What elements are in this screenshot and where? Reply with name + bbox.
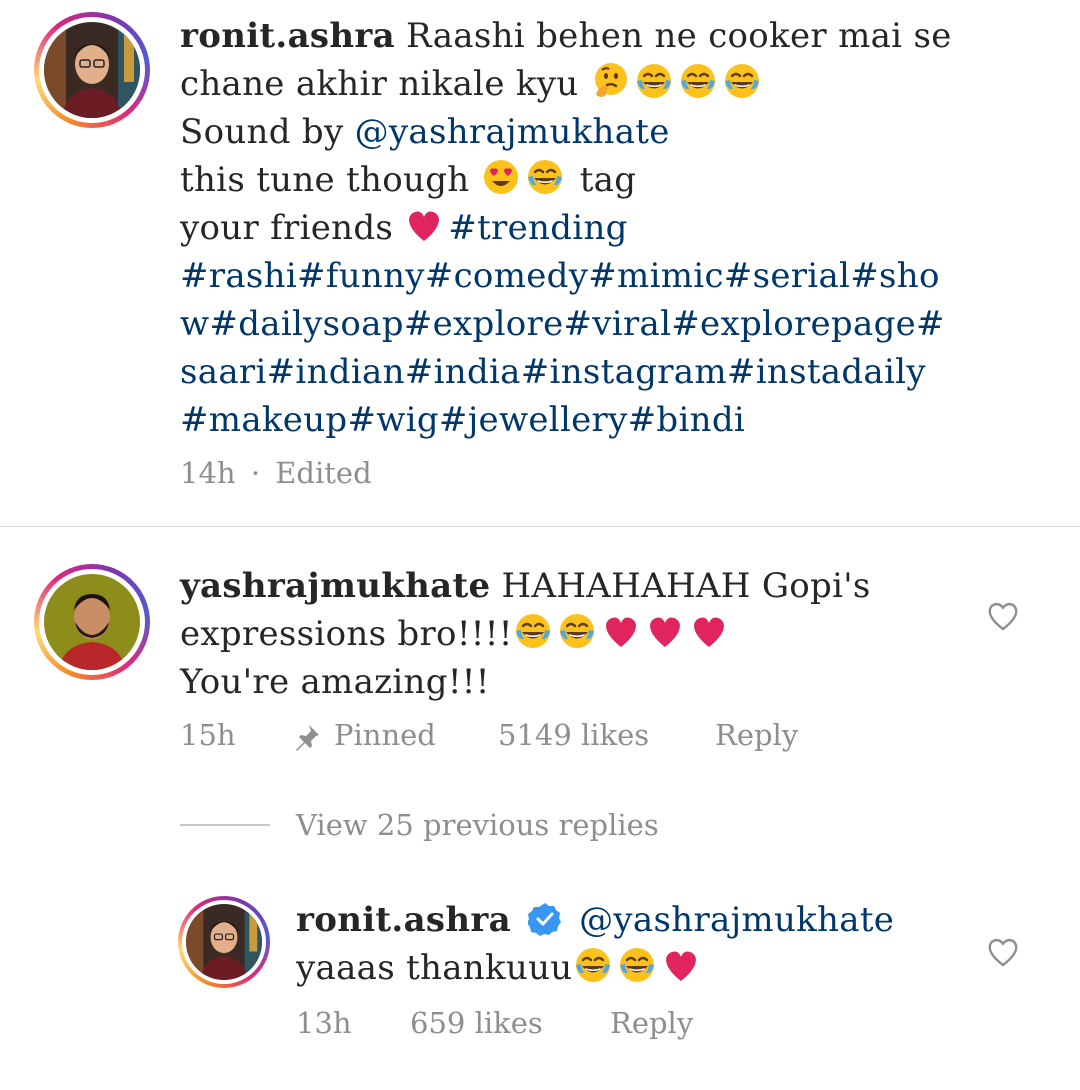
meta-separator: · bbox=[250, 456, 261, 490]
heart-outline-icon[interactable] bbox=[986, 600, 1020, 632]
reply-line-1: ronit.ashra @yashrajmukhate bbox=[296, 896, 894, 944]
caption-line-2: chane akhir nikale kyu bbox=[180, 60, 766, 108]
comment-time: 15h bbox=[180, 718, 236, 752]
comment-meta: 15h bbox=[180, 718, 236, 752]
tears-of-joy-icon bbox=[525, 157, 565, 197]
caption-text: your friends bbox=[180, 208, 394, 248]
caption-text: tag bbox=[579, 160, 637, 200]
hashtags-line[interactable]: #makeup#wig#jewellery#bindi bbox=[180, 396, 745, 444]
reply-avatar[interactable] bbox=[178, 896, 270, 988]
reply-button[interactable]: Reply bbox=[715, 718, 798, 752]
reply-likes[interactable]: 659 likes bbox=[410, 1006, 543, 1040]
edited-label: Edited bbox=[275, 456, 372, 490]
pin-icon bbox=[296, 725, 319, 751]
comment-text: You're amazing!!! bbox=[180, 662, 490, 702]
red-heart-icon bbox=[689, 611, 729, 651]
reply-mention[interactable]: @yashrajmukhate bbox=[579, 900, 894, 940]
caption-text: chane akhir nikale kyu bbox=[180, 64, 579, 104]
red-heart-icon bbox=[661, 945, 701, 985]
avatar-photo bbox=[186, 904, 262, 980]
caption-mention[interactable]: @yashrajmukhate bbox=[355, 112, 670, 152]
reply-button[interactable]: Reply bbox=[610, 1006, 693, 1040]
caption-text: Sound by bbox=[180, 112, 355, 152]
reply-username[interactable]: ronit.ashra bbox=[296, 900, 511, 940]
comment-text: HAHAHAHAH Gopi's bbox=[501, 566, 871, 606]
reply-line-2: yaaas thankuuu bbox=[296, 944, 705, 992]
red-heart-icon bbox=[645, 611, 685, 651]
tears-of-joy-icon bbox=[557, 611, 597, 651]
comment-likes[interactable]: 5149 likes bbox=[498, 718, 649, 752]
hashtag-link[interactable]: #trending bbox=[448, 208, 627, 248]
thinking-face-icon bbox=[590, 61, 630, 101]
caption-time: 14h bbox=[180, 456, 236, 490]
caption-avatar[interactable] bbox=[34, 12, 150, 128]
tears-of-joy-icon bbox=[573, 945, 613, 985]
avatar-photo bbox=[44, 574, 140, 670]
caption-meta: 14h · Edited bbox=[180, 456, 372, 490]
hashtags-line[interactable]: #rashi#funny#comedy#mimic#serial#sho bbox=[180, 252, 940, 300]
pinned-label: Pinned bbox=[334, 718, 436, 752]
comment-line-3: You're amazing!!! bbox=[180, 658, 490, 706]
tears-of-joy-icon bbox=[634, 61, 674, 101]
caption-text: Raashi behen ne cooker mai se bbox=[406, 16, 952, 56]
caption-text: this tune though bbox=[180, 160, 470, 200]
reply-text: yaaas thankuuu bbox=[296, 948, 573, 988]
replies-line bbox=[180, 824, 270, 826]
heart-eyes-icon bbox=[481, 157, 521, 197]
comment-username[interactable]: yashrajmukhate bbox=[180, 566, 490, 606]
caption-line-4: this tune though tag bbox=[180, 156, 636, 204]
reply-time: 13h bbox=[296, 1006, 352, 1040]
caption-line-5: your friends #trending bbox=[180, 204, 628, 252]
hashtags-line[interactable]: saari#indian#india#instagram#instadaily bbox=[180, 348, 926, 396]
comment-line-1: yashrajmukhate HAHAHAHAH Gopi's bbox=[180, 562, 871, 610]
comment-text: expressions bro!!!! bbox=[180, 614, 513, 654]
tears-of-joy-icon bbox=[513, 611, 553, 651]
tears-of-joy-icon bbox=[678, 61, 718, 101]
comment-avatar[interactable] bbox=[34, 564, 150, 680]
view-previous-replies[interactable]: View 25 previous replies bbox=[296, 808, 659, 842]
caption-line-1: ronit.ashra Raashi behen ne cooker mai s… bbox=[180, 12, 952, 60]
red-heart-icon bbox=[601, 611, 641, 651]
tears-of-joy-icon bbox=[617, 945, 657, 985]
hashtags-line[interactable]: w#dailysoap#explore#viral#explorepage# bbox=[180, 300, 945, 348]
comment-line-2: expressions bro!!!! bbox=[180, 610, 733, 658]
caption-username[interactable]: ronit.ashra bbox=[180, 16, 395, 56]
caption-line-3: Sound by @yashrajmukhate bbox=[180, 108, 670, 156]
divider bbox=[0, 526, 1080, 527]
red-heart-icon bbox=[404, 205, 444, 245]
verified-badge-icon bbox=[527, 903, 562, 936]
tears-of-joy-icon bbox=[722, 61, 762, 101]
heart-outline-icon[interactable] bbox=[986, 936, 1020, 968]
avatar-photo bbox=[44, 22, 140, 118]
